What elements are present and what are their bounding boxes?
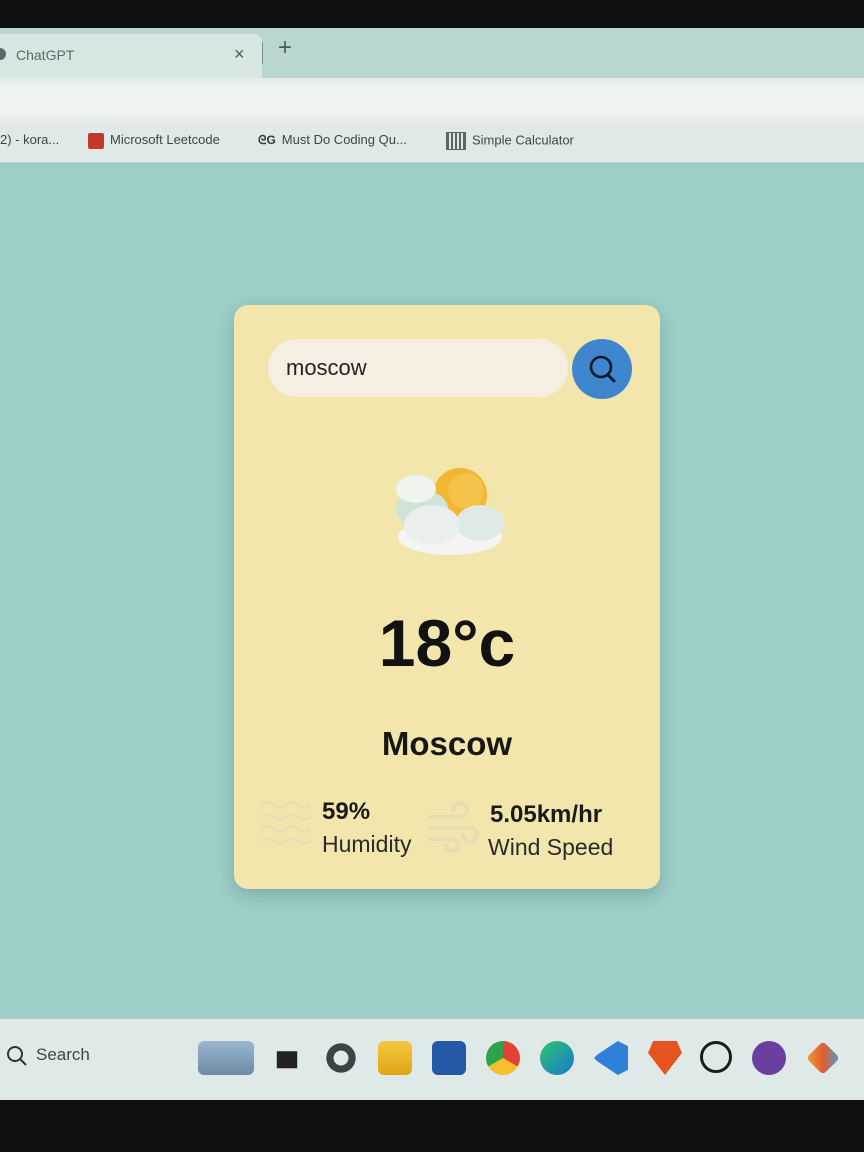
taskbar-search-label[interactable]: Search — [36, 1045, 90, 1065]
bookmark-label: Microsoft Leetcode — [110, 132, 220, 147]
store-icon[interactable] — [432, 1041, 466, 1075]
wind-speed-label: Wind Speed — [488, 834, 614, 860]
whatsapp-icon[interactable] — [700, 1041, 732, 1073]
new-tab-button[interactable]: + — [278, 36, 292, 60]
file-explorer-icon[interactable] — [378, 1041, 412, 1075]
git-icon[interactable] — [806, 1041, 840, 1075]
bookmark-microsoft-leetcode[interactable]: Microsoft Leetcode — [88, 132, 220, 149]
widgets-icon[interactable] — [198, 1041, 254, 1075]
gfg-icon: ᘓG — [258, 133, 276, 148]
bookmark-kora[interactable]: 2) - kora... — [0, 132, 59, 147]
address-field[interactable] — [0, 84, 864, 116]
settings-icon[interactable] — [324, 1041, 358, 1075]
address-bar — [0, 78, 864, 122]
pdf-icon — [88, 132, 104, 149]
bookmark-label: 2) - kora... — [0, 132, 60, 147]
humidity-label: Humidity — [322, 831, 412, 857]
search-icon[interactable] — [6, 1045, 28, 1067]
calculator-icon — [446, 132, 466, 150]
tab-title: ChatGPT — [16, 47, 75, 63]
brave-icon[interactable] — [648, 1041, 682, 1075]
github-icon[interactable] — [752, 1041, 786, 1075]
chatgpt-tab-icon — [0, 48, 6, 60]
partly-cloudy-icon — [396, 468, 504, 555]
bookmark-label: Simple Calculator — [472, 132, 574, 148]
vscode-icon[interactable] — [594, 1041, 628, 1075]
wind-icon — [428, 801, 479, 853]
city-name: Moscow — [381, 725, 513, 762]
bookmark-must-do-coding[interactable]: ᘓG Must Do Coding Qu... — [258, 132, 407, 148]
chrome-icon[interactable] — [486, 1041, 520, 1075]
tab-strip: ChatGPT × + — [0, 28, 864, 78]
search-button[interactable] — [572, 339, 632, 399]
bookmark-label: Must Do Coding Qu... — [281, 132, 407, 147]
page-content: 18°c Moscow 59% Humidity 5.05km/hr Wind … — [0, 163, 864, 1018]
weather-card: 18°c Moscow 59% Humidity 5.05km/hr Wind … — [234, 305, 660, 889]
edge-icon[interactable] — [540, 1041, 574, 1075]
temperature-value: 18°c — [378, 606, 516, 680]
search-icon — [589, 355, 616, 383]
humidity-value: 59% — [322, 798, 371, 825]
wind-speed-value: 5.05km/hr — [490, 801, 603, 828]
close-tab-icon[interactable]: × — [234, 44, 245, 65]
browser-tab[interactable]: ChatGPT × — [0, 34, 262, 78]
bookmark-simple-calculator[interactable]: Simple Calculator — [446, 132, 574, 150]
screen: ChatGPT × + 2) - kora... Microsoft Leetc… — [0, 28, 864, 1100]
tab-separator — [262, 42, 263, 64]
task-view-icon[interactable] — [276, 1051, 298, 1069]
city-search-input[interactable] — [268, 339, 568, 397]
humidity-icon — [261, 801, 310, 845]
taskbar: Search — [0, 1018, 864, 1100]
bookmarks-bar: 2) - kora... Microsoft Leetcode ᘓG Must D… — [0, 122, 864, 163]
